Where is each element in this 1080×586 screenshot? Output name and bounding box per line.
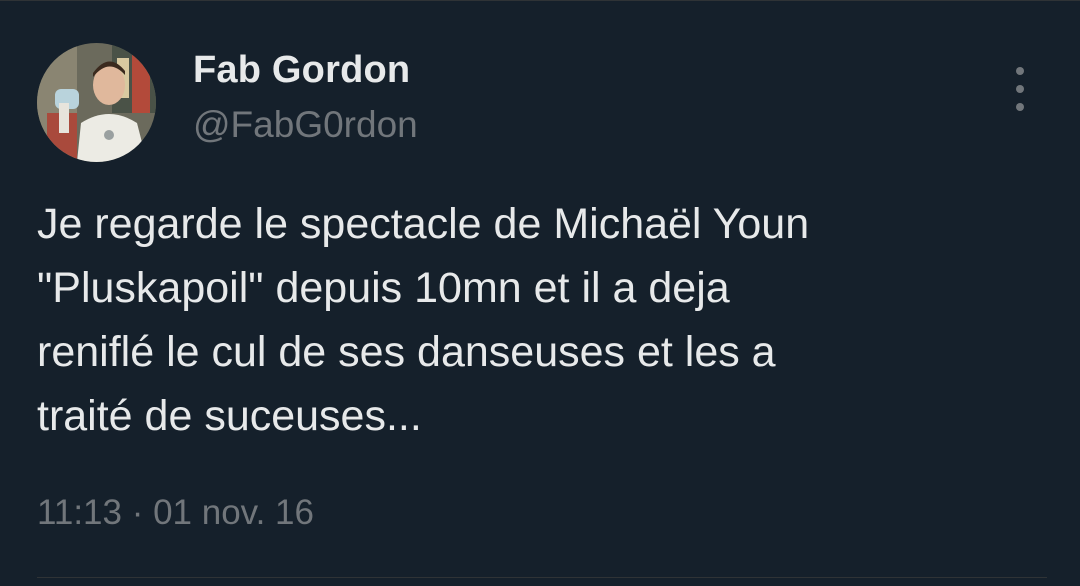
tweet-timestamp[interactable]: 11:13 · 01 nov. 16 <box>37 493 314 533</box>
more-options-button[interactable] <box>1003 67 1037 111</box>
bottom-divider <box>37 577 1047 578</box>
top-divider <box>0 0 1080 1</box>
tweet-text-line: reniflé le cul de ses danseuses et les a <box>37 328 776 376</box>
more-vertical-icon-dot-bottom <box>1016 103 1024 111</box>
author-display-name[interactable]: Fab Gordon <box>193 49 410 92</box>
avatar-image <box>37 43 156 162</box>
author-handle[interactable]: @FabG0rdon <box>193 104 418 146</box>
more-vertical-icon-dot-middle <box>1016 85 1024 93</box>
tweet-text: Je regarde le spectacle de Michaël Youn … <box>37 192 1047 448</box>
tweet-text-line: traité de suceuses... <box>37 392 422 440</box>
avatar[interactable] <box>37 43 156 162</box>
tweet-text-line: Je regarde le spectacle de Michaël Youn <box>37 200 810 248</box>
tweet-text-line: "Pluskapoil" depuis 10mn et il a deja <box>37 264 730 312</box>
more-vertical-icon-dot-top <box>1016 67 1024 75</box>
tweet-card: Fab Gordon @FabG0rdon Je regarde le spec… <box>0 0 1080 586</box>
